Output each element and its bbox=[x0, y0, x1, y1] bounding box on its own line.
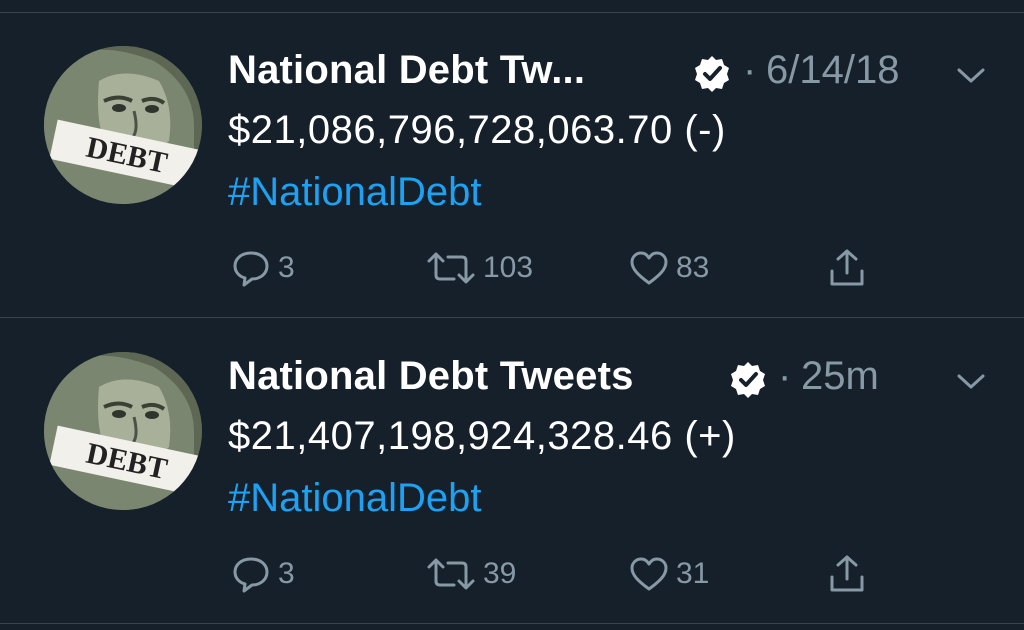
reply-count: 3 bbox=[278, 557, 295, 590]
avatar-image: DEBT bbox=[44, 352, 202, 510]
retweet-button[interactable]: 39 bbox=[425, 554, 516, 594]
share-button[interactable] bbox=[826, 248, 868, 288]
avatar[interactable]: DEBT bbox=[44, 46, 202, 204]
hashtag-link[interactable]: #NationalDebt bbox=[228, 170, 482, 215]
hashtag-link[interactable]: #NationalDebt bbox=[228, 476, 482, 521]
like-button[interactable]: 83 bbox=[628, 248, 709, 288]
reply-icon bbox=[233, 251, 269, 287]
tweet-text-amount: $21,086,796,728,063.70 (-) bbox=[228, 108, 726, 152]
chevron-down-icon[interactable] bbox=[955, 64, 987, 86]
separator-dot: · bbox=[778, 354, 792, 398]
separator-dot: · bbox=[743, 48, 757, 92]
retweet-button[interactable]: 103 bbox=[425, 248, 533, 288]
author-name[interactable]: National Debt Tw... bbox=[228, 48, 585, 93]
avatar[interactable]: DEBT bbox=[44, 352, 202, 510]
chevron-down-icon[interactable] bbox=[955, 370, 987, 392]
reply-count: 3 bbox=[278, 251, 295, 284]
reply-button[interactable]: 3 bbox=[230, 248, 295, 288]
share-button[interactable] bbox=[826, 554, 868, 594]
like-button[interactable]: 31 bbox=[628, 554, 709, 594]
retweet-icon bbox=[427, 252, 475, 284]
retweet-count: 103 bbox=[483, 251, 534, 284]
share-icon bbox=[830, 249, 864, 286]
avatar-image: DEBT bbox=[44, 46, 202, 204]
timestamp[interactable]: 6/14/18 bbox=[766, 48, 899, 93]
author-name[interactable]: National Debt Tweets bbox=[228, 354, 634, 399]
like-count: 83 bbox=[676, 251, 710, 284]
heart-icon bbox=[630, 251, 668, 285]
tweet[interactable]: DEBT National Debt Tw... · 6/14/18 $21,0… bbox=[0, 12, 1024, 318]
reply-icon bbox=[233, 557, 269, 593]
share-icon bbox=[830, 555, 864, 592]
like-count: 31 bbox=[676, 557, 710, 590]
reply-button[interactable]: 3 bbox=[230, 554, 295, 594]
heart-icon bbox=[630, 557, 668, 591]
tweet[interactable]: DEBT National Debt Tweets · 25m $21,407,… bbox=[0, 318, 1024, 624]
verified-badge-icon bbox=[695, 56, 729, 92]
verified-badge-icon bbox=[731, 362, 765, 398]
retweet-count: 39 bbox=[483, 557, 517, 590]
retweet-icon bbox=[427, 558, 475, 590]
tweet-text-amount: $21,407,198,924,328.46 (+) bbox=[228, 414, 736, 458]
timestamp[interactable]: 25m bbox=[801, 354, 879, 399]
